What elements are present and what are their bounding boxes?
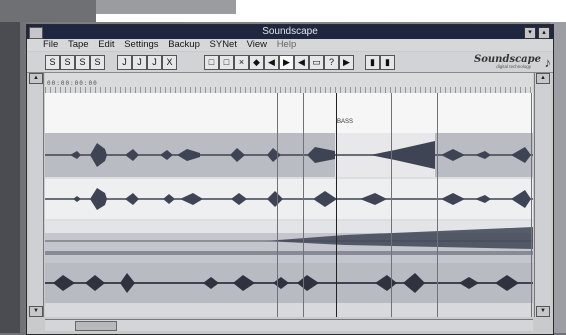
play-button[interactable]: ▶ [279,55,294,70]
track-area[interactable]: BASS [45,93,533,317]
region-boundary [437,93,438,317]
title-bar[interactable]: Soundscape ▾ ▴ [27,25,553,39]
region-boundary [531,93,532,317]
menu-help[interactable]: Help [277,39,297,51]
region-boundary [391,93,392,317]
cut-button[interactable]: × [234,55,249,70]
timeline-ruler[interactable]: 00:00:00:00 [45,73,533,93]
track-lane-3[interactable] [45,179,533,219]
menu-file[interactable]: File [43,39,58,51]
left-scroll-down-icon[interactable]: ▼ [29,306,43,317]
tool-edit-1-button[interactable]: J [117,55,132,70]
menu-tape[interactable]: Tape [68,39,89,51]
waveform-4 [45,221,533,255]
track-lane-4[interactable] [45,221,533,263]
menu-backup[interactable]: Backup [168,39,200,51]
logo-subtitle: digital technology [496,64,531,69]
system-menu-icon[interactable] [29,27,43,39]
track-lane-6[interactable] [45,303,533,317]
tool-select-2-button[interactable]: S [60,55,75,70]
waveform-3 [45,188,533,210]
window-title: Soundscape [262,26,318,37]
ruler-timecode: 00:00:00:00 [47,80,98,87]
desk-surface [0,0,566,22]
marker-2-button[interactable]: ▮ [380,55,395,70]
copy-button[interactable]: □ [204,55,219,70]
toolbar: S S S S J J J X □ □ × ◆ ◀ ▶ ◀ ▭ ? ▶ ▮ ▮ … [27,52,553,73]
scroll-up-icon[interactable]: ▲ [536,73,550,84]
maximize-icon[interactable]: ▴ [538,27,550,39]
scroll-down-icon[interactable]: ▼ [536,306,550,317]
tool-edit-3-button[interactable]: J [147,55,162,70]
waveform-5 [45,273,533,293]
tool-delete-button[interactable]: X [162,55,177,70]
monitor-bezel-left [0,22,20,333]
tool-select-3-button[interactable]: S [75,55,90,70]
tool-select-1-button[interactable]: S [45,55,60,70]
music-note-icon: ♪ [544,55,552,70]
track-lane-2[interactable] [45,133,533,177]
back-button[interactable]: ◀ [294,55,309,70]
app-window: Soundscape ▾ ▴ File Tape Edit Settings B… [26,24,554,335]
menu-bar: File Tape Edit Settings Backup SYNet Vie… [27,39,553,51]
left-scrollbar[interactable]: ▲ ▼ [29,73,44,317]
region-boundary [303,93,304,317]
menu-view[interactable]: View [247,39,267,51]
menu-edit[interactable]: Edit [98,39,114,51]
help-button[interactable]: ? [324,55,339,70]
track-lane-5[interactable] [45,263,533,303]
paste-button[interactable]: □ [219,55,234,70]
menu-settings[interactable]: Settings [124,39,158,51]
scroll-thumb[interactable] [75,321,117,331]
horizontal-scrollbar[interactable] [45,319,533,331]
track-lane-1[interactable] [45,93,533,133]
tool-edit-2-button[interactable]: J [132,55,147,70]
rewind-button[interactable]: ◀ [264,55,279,70]
menu-synet[interactable]: SYNet [210,39,237,51]
record-button[interactable]: ◆ [249,55,264,70]
left-scroll-up-icon[interactable]: ▲ [29,73,43,84]
region-boundary [277,93,278,317]
right-scrollbar[interactable]: ▲ ▼ [534,73,551,317]
waveform-2 [45,133,533,177]
marker-1-button[interactable]: ▮ [365,55,380,70]
play-cursor[interactable] [336,93,337,317]
minimize-icon[interactable]: ▾ [524,27,536,39]
tool-select-4-button[interactable]: S [90,55,105,70]
stop-button[interactable]: ▭ [309,55,324,70]
track-label: BASS [337,119,354,125]
forward-button[interactable]: ▶ [339,55,354,70]
